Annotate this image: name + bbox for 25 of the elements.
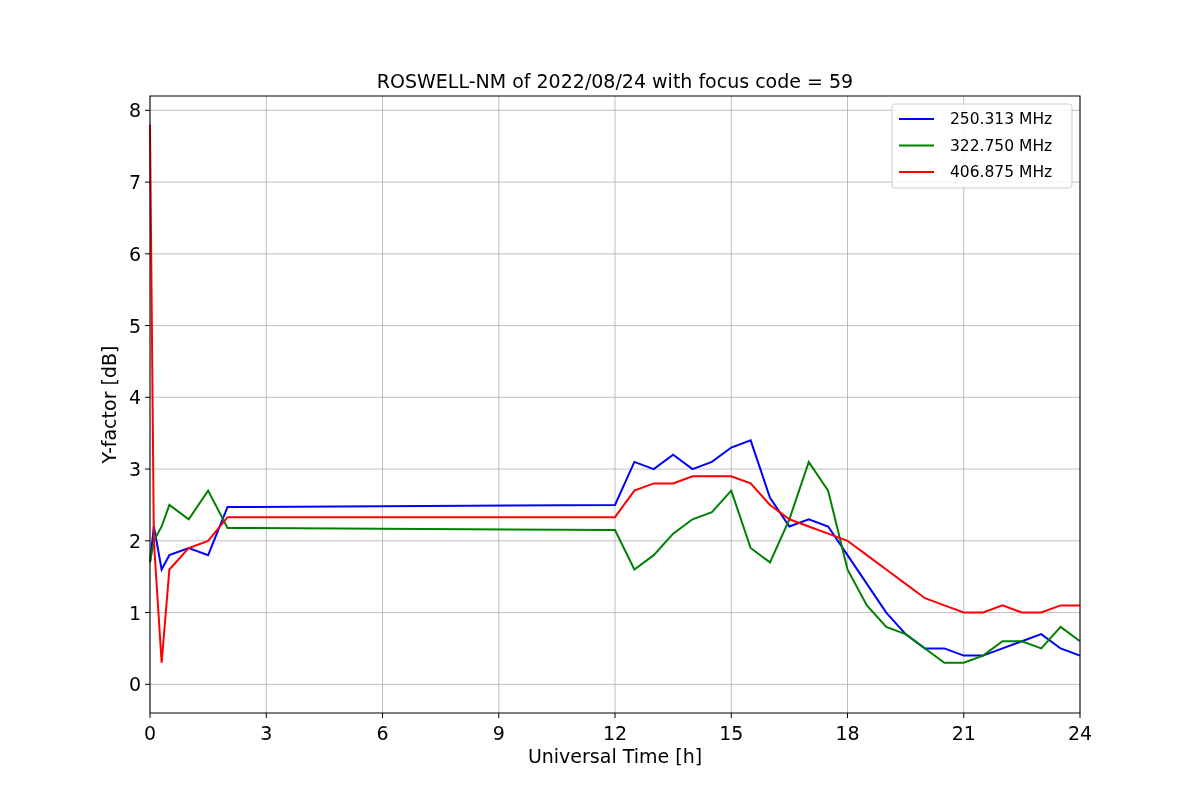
tick-label: 4	[128, 386, 141, 409]
tick-label: 9	[492, 722, 505, 744]
chart-title: ROSWELL-NM of 2022/08/24 with focus code = 59	[376, 70, 854, 92]
legend-label: 406.875 MHz	[950, 163, 1053, 181]
tick-label: 3	[260, 722, 273, 744]
tick-label: 24	[1067, 722, 1093, 744]
tick-label: 21	[951, 722, 976, 744]
tick-label: 6	[128, 242, 141, 265]
tick-label: 1	[128, 601, 141, 624]
legend-swatch	[898, 144, 935, 147]
x-axis-label: Universal Time [h]	[527, 745, 703, 767]
tick-label: 18	[835, 722, 860, 744]
y-axis-label: Y-factor [dB]	[98, 345, 120, 464]
legend-label: 322.750 MHz	[950, 136, 1053, 155]
tick-label: 3	[128, 458, 141, 481]
tick-label: 0	[128, 673, 141, 696]
tick-label: 7	[128, 171, 141, 194]
tick-label: 8	[128, 99, 141, 122]
tick-label: 6	[376, 722, 389, 744]
tick-label: 5	[128, 314, 141, 337]
tick-label: 12	[602, 722, 628, 744]
legend-label: 250.313 MHz	[950, 110, 1053, 128]
tick-label: 15	[719, 722, 744, 744]
tick-label: 2	[128, 529, 141, 552]
tick-label: 0	[143, 722, 157, 744]
